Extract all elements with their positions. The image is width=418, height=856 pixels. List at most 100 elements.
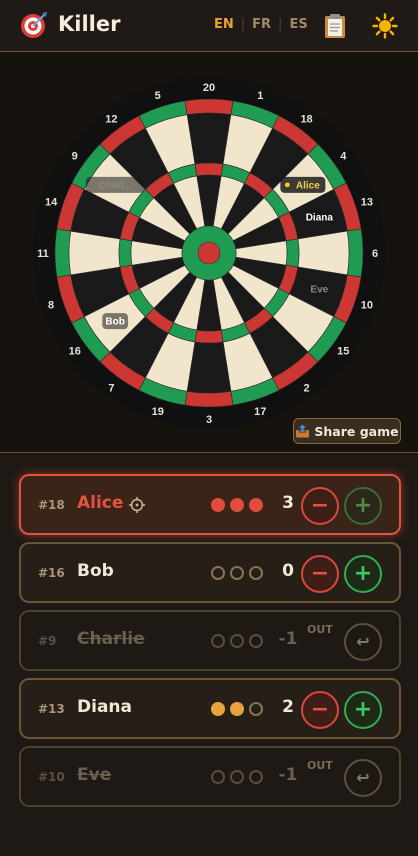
- lang-en[interactable]: EN: [212, 17, 236, 32]
- player-segment: #18: [38, 498, 65, 512]
- segment-11-triple: [118, 238, 133, 268]
- board-number-label: 12: [105, 114, 117, 126]
- board-number-label: 8: [48, 299, 54, 311]
- player-card-eve[interactable]: #10 Eve -1 OUT ↩: [19, 746, 401, 807]
- board-number-label: 1: [257, 90, 263, 102]
- player-marker-label: Alice: [296, 180, 320, 191]
- increment-lives-button[interactable]: +: [344, 691, 382, 729]
- segment-11-double: [54, 228, 72, 278]
- share-game-button[interactable]: Share game: [293, 418, 401, 444]
- player-card-bob[interactable]: #16 Bob 0 − +: [19, 542, 401, 603]
- segment-3-triple: [194, 329, 224, 344]
- app-title: Killer: [58, 12, 121, 36]
- life-dots: [211, 498, 263, 512]
- board-number-label: 10: [361, 299, 373, 311]
- board-number-label: 19: [152, 406, 164, 418]
- board-number-label: 18: [300, 114, 312, 126]
- life-dot: [230, 770, 244, 784]
- segment-20-triple: [194, 162, 224, 177]
- player-name: Eve: [77, 765, 112, 785]
- player-card-alice[interactable]: #18 Alice 3 − +: [19, 474, 401, 535]
- life-dots: [211, 702, 263, 716]
- segment-3-double: [184, 390, 234, 408]
- decrement-lives-button[interactable]: −: [301, 487, 339, 525]
- life-dot: [230, 634, 244, 648]
- life-dot: [230, 498, 244, 512]
- increment-lives-button[interactable]: +: [344, 487, 382, 525]
- decrement-lives-button[interactable]: −: [301, 555, 339, 593]
- lives-count: 3: [282, 493, 294, 513]
- bullseye: [197, 241, 221, 265]
- crosshair-icon: [129, 497, 145, 513]
- out-badge: OUT: [307, 623, 333, 636]
- lang-fr[interactable]: FR: [250, 17, 273, 32]
- life-dot: [211, 634, 225, 648]
- dartboard[interactable]: 20 1 18 4 13 6 10 15 2 17 3 19 7 16 8 11 14 9 12 5 Alice Char…: [0, 52, 418, 453]
- life-dot: [249, 566, 263, 580]
- lang-es[interactable]: ES: [287, 17, 309, 32]
- life-dot: [230, 702, 244, 716]
- active-marker-dot: [283, 181, 291, 189]
- player-marker-label: Bob: [105, 317, 124, 328]
- revive-player-button[interactable]: ↩: [344, 759, 382, 797]
- player-name: Charlie: [77, 629, 145, 649]
- board-number-label: 13: [361, 197, 373, 209]
- player-segment: #16: [38, 566, 65, 580]
- player-name: Diana: [77, 697, 132, 717]
- board-number-label: 3: [206, 414, 212, 426]
- player-name: Alice: [77, 493, 124, 513]
- player-marker-label: Charl...: [98, 180, 132, 191]
- segment-20-double: [184, 98, 234, 116]
- board-number-label: 4: [340, 150, 347, 162]
- board-number-label: 16: [69, 346, 81, 358]
- lives-count: 2: [282, 697, 294, 717]
- life-dot: [249, 770, 263, 784]
- sun-icon[interactable]: [372, 13, 398, 39]
- dartboard-target-icon: [21, 12, 47, 38]
- dartboard-panel: 20 1 18 4 13 6 10 15 2 17 3 19 7 16 8 11 14 9 12 5 Alice Char…: [0, 52, 418, 453]
- increment-lives-button[interactable]: +: [344, 555, 382, 593]
- player-card-diana[interactable]: #13 Diana 2 − +: [19, 678, 401, 739]
- lives-count: 0: [282, 561, 294, 581]
- player-list: #18 Alice 3 − + #16 Bob 0 − + #9 Charlie: [0, 454, 418, 856]
- language-switcher: EN | FR | ES: [212, 17, 310, 32]
- life-dot: [249, 634, 263, 648]
- lives-count: -1: [278, 629, 298, 649]
- clipboard-icon[interactable]: [324, 13, 346, 39]
- lang-separator: |: [240, 17, 246, 32]
- player-card-charlie[interactable]: #9 Charlie -1 OUT ↩: [19, 610, 401, 671]
- board-number-label: 9: [72, 150, 78, 162]
- board-number-label: 15: [337, 346, 349, 358]
- life-dot: [211, 770, 225, 784]
- player-segment: #9: [38, 634, 57, 648]
- board-number-label: 6: [372, 248, 378, 260]
- life-dot: [249, 702, 263, 716]
- life-dot: [211, 566, 225, 580]
- life-dots: [211, 770, 263, 784]
- life-dot: [211, 498, 225, 512]
- app-header: Killer EN | FR | ES: [0, 0, 418, 52]
- share-outbox-icon: [296, 424, 310, 438]
- board-number-label: 17: [254, 406, 266, 418]
- segment-6-double: [346, 228, 364, 278]
- revive-player-button[interactable]: ↩: [344, 623, 382, 661]
- player-marker-label: Diana: [306, 213, 334, 224]
- share-game-label: Share game: [314, 423, 399, 439]
- life-dots: [211, 566, 263, 580]
- board-number-label: 7: [108, 382, 114, 394]
- board-number-label: 5: [155, 90, 161, 102]
- board-number-label: 11: [37, 248, 49, 260]
- lives-count: -1: [278, 765, 298, 785]
- board-number-label: 14: [45, 197, 58, 209]
- life-dot: [230, 566, 244, 580]
- life-dots: [211, 634, 263, 648]
- player-name: Bob: [77, 561, 114, 581]
- player-segment: #10: [38, 770, 65, 784]
- board-number-label: 2: [304, 382, 310, 394]
- segment-6-triple: [285, 238, 300, 268]
- out-badge: OUT: [307, 759, 333, 772]
- life-dot: [211, 702, 225, 716]
- player-segment: #13: [38, 702, 65, 716]
- lang-separator: |: [278, 17, 283, 32]
- decrement-lives-button[interactable]: −: [301, 691, 339, 729]
